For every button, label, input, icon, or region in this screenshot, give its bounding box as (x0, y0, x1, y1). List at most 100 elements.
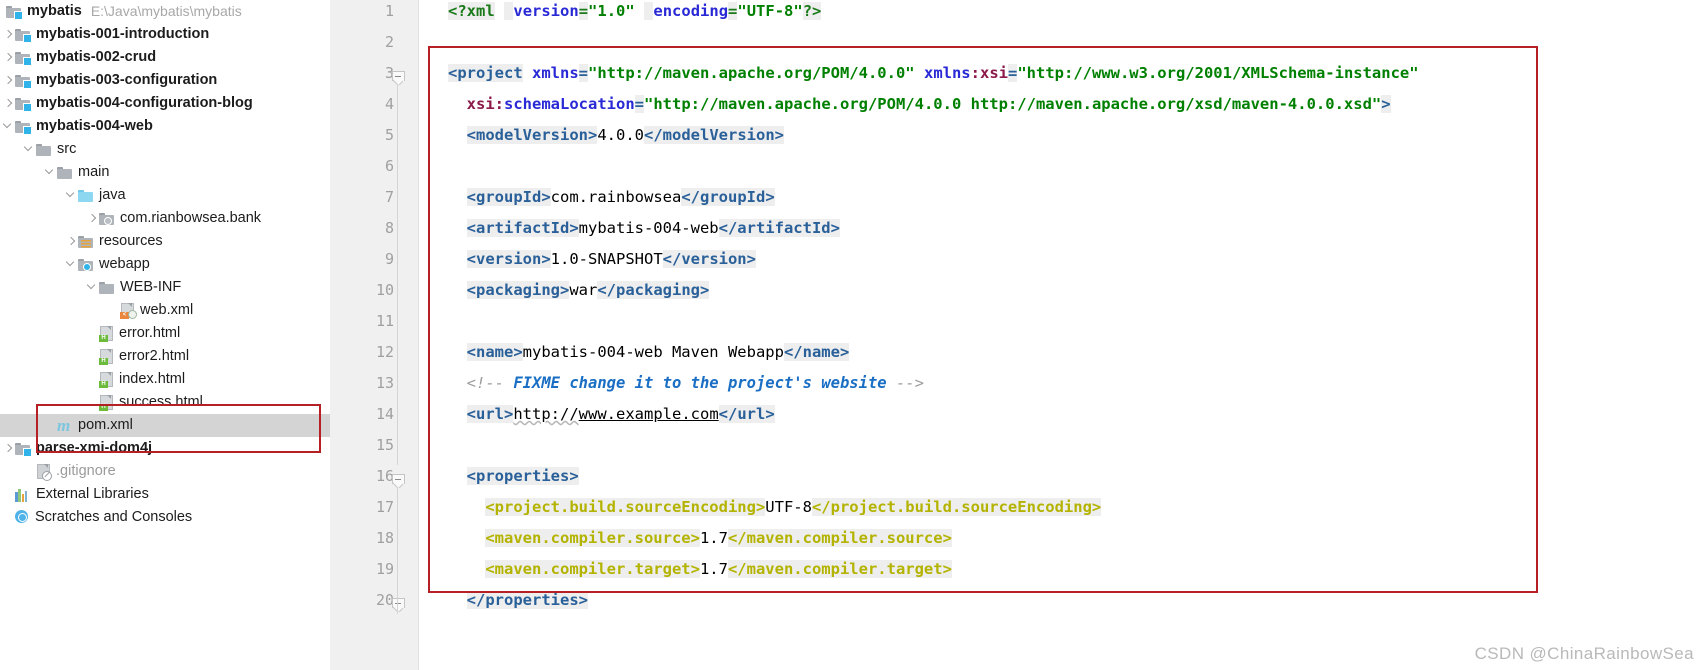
code-line[interactable]: <artifactId>mybatis-004-web</artifactId> (448, 213, 840, 244)
code-line[interactable]: <?xml version="1.0" encoding="UTF-8"?> (448, 0, 821, 27)
folder-icon (36, 143, 52, 157)
chevron-right-icon[interactable] (2, 92, 15, 115)
tree-spacer (86, 345, 99, 368)
tree-item-label: mybatis-001-introduction (36, 23, 209, 46)
tree-item-scratches-and-consoles[interactable]: Scratches and Consoles (0, 506, 330, 529)
line-number-gutter: 1234567891011121314151617181920 (330, 0, 419, 670)
code-fold-toggle[interactable] (390, 71, 406, 87)
watermark: CSDN @ChinaRainbowSea (1475, 644, 1694, 664)
external-libraries-icon (15, 488, 31, 502)
tree-item-web-xml[interactable]: <web.xml (0, 299, 330, 322)
code-line[interactable]: <project.build.sourceEncoding>UTF-8</pro… (448, 492, 1101, 523)
chevron-right-icon[interactable] (2, 437, 15, 460)
code-line[interactable]: <packaging>war</packaging> (448, 275, 709, 306)
line-number: 17 (354, 498, 394, 516)
module-folder-icon (15, 28, 31, 42)
code-line[interactable]: <version>1.0-SNAPSHOT</version> (448, 244, 756, 275)
chevron-right-icon[interactable] (2, 69, 15, 92)
code-line[interactable]: <url>http://www.example.com</url> (448, 399, 775, 430)
chevron-down-icon[interactable] (65, 253, 78, 276)
line-number: 14 (354, 405, 394, 423)
line-number: 4 (354, 95, 394, 113)
code-editor[interactable]: 1234567891011121314151617181920 <?xml ve… (330, 0, 1708, 670)
html-file-icon: H (99, 326, 114, 342)
code-line[interactable]: <!-- FIXME change it to the project's we… (448, 368, 924, 399)
line-number: 10 (354, 281, 394, 299)
tree-item-mybatis-003-configuration[interactable]: mybatis-003-configuration (0, 69, 330, 92)
tree-item-web-inf[interactable]: WEB-INF (0, 276, 330, 299)
tree-item-label: mybatis-004-configuration-blog (36, 92, 253, 115)
tree-item-error2-html[interactable]: Herror2.html (0, 345, 330, 368)
tree-item-main[interactable]: main (0, 161, 330, 184)
tree-item-java[interactable]: java (0, 184, 330, 207)
chevron-right-icon[interactable] (65, 230, 78, 253)
tree-item-mybatis-004-web[interactable]: mybatis-004-web (0, 115, 330, 138)
tree-item-parse-xmi-dom4j[interactable]: parse-xmi-dom4j (0, 437, 330, 460)
tree-item-label: mybatis-003-configuration (36, 69, 217, 92)
html-file-icon: H (99, 372, 114, 388)
line-number: 1 (354, 2, 394, 20)
tree-item-mybatis-002-crud[interactable]: mybatis-002-crud (0, 46, 330, 69)
code-line[interactable]: <project xmlns="http://maven.apache.org/… (448, 58, 1419, 89)
code-line[interactable]: <maven.compiler.target>1.7</maven.compil… (448, 554, 952, 585)
tree-item-pom-xml[interactable]: mpom.xml (0, 414, 330, 437)
folder-icon (57, 166, 73, 180)
code-line[interactable]: <modelVersion>4.0.0</modelVersion> (448, 120, 784, 151)
tree-spacer (86, 368, 99, 391)
chevron-down-icon[interactable] (2, 115, 15, 138)
tree-item-resources[interactable]: resources (0, 230, 330, 253)
chevron-down-icon[interactable] (65, 184, 78, 207)
package-folder-icon (99, 212, 115, 226)
tree-spacer (44, 414, 57, 437)
tree-item-label: error.html (119, 322, 180, 345)
tree-item-com-rianbowsea-bank[interactable]: com.rianbowsea.bank (0, 207, 330, 230)
tree-item-label: Scratches and Consoles (35, 506, 192, 529)
tree-spacer (23, 460, 36, 483)
tree-item-external-libraries[interactable]: External Libraries (0, 483, 330, 506)
tree-item-webapp[interactable]: webapp (0, 253, 330, 276)
tree-item-src[interactable]: src (0, 138, 330, 161)
tree-spacer (107, 299, 120, 322)
tree-item-label: WEB-INF (120, 276, 181, 299)
code-fold-toggle[interactable] (390, 474, 406, 490)
tree-item-label: mybatis-002-crud (36, 46, 156, 69)
code-fold-toggle[interactable] (390, 598, 406, 614)
tree-item-error-html[interactable]: Herror.html (0, 322, 330, 345)
project-path: E:\Java\mybatis\mybatis (91, 0, 242, 23)
tree-spacer (86, 391, 99, 414)
line-number: 5 (354, 126, 394, 144)
tree-item-mybatis-001-introduction[interactable]: mybatis-001-introduction (0, 23, 330, 46)
tree-item-mybatis-004-configuration-blog[interactable]: mybatis-004-configuration-blog (0, 92, 330, 115)
tree-item-success-html[interactable]: Hsuccess.html (0, 391, 330, 414)
tree-root-item[interactable]: mybatis E:\Java\mybatis\mybatis (0, 0, 242, 23)
code-line[interactable]: xsi:schemaLocation="http://maven.apache.… (448, 89, 1391, 120)
project-tree-panel[interactable]: mybatisE:\Java\mybatis\mybatismybatis-00… (0, 0, 330, 670)
html-file-icon: H (99, 395, 114, 411)
tree-item-label: .gitignore (56, 460, 116, 483)
webapp-folder-icon (78, 258, 94, 272)
chevron-right-icon[interactable] (2, 46, 15, 69)
chevron-down-icon[interactable] (86, 276, 99, 299)
chevron-right-icon[interactable] (2, 23, 15, 46)
ide-window: mybatisE:\Java\mybatis\mybatismybatis-00… (0, 0, 1708, 670)
chevron-right-icon[interactable] (86, 207, 99, 230)
code-line[interactable]: <groupId>com.rainbowsea</groupId> (448, 182, 775, 213)
html-file-icon: H (99, 349, 114, 365)
code-line[interactable]: <name>mybatis-004-web Maven Webapp</name… (448, 337, 849, 368)
code-content[interactable]: <?xml version="1.0" encoding="UTF-8"?> <p… (418, 0, 1708, 670)
tree-root-label: mybatis (27, 0, 82, 23)
tree-item-label: index.html (119, 368, 185, 391)
chevron-down-icon[interactable] (44, 161, 57, 184)
tree-item-gitignore[interactable]: .gitignore (0, 460, 330, 483)
code-line[interactable]: <properties> (448, 461, 579, 492)
code-line[interactable]: </properties> (448, 585, 588, 616)
line-number: 13 (354, 374, 394, 392)
folder-icon (99, 281, 115, 295)
tree-item-label: webapp (99, 253, 150, 276)
line-number: 11 (354, 312, 394, 330)
tree-item-label: web.xml (140, 299, 193, 322)
code-line[interactable]: <maven.compiler.source>1.7</maven.compil… (448, 523, 952, 554)
tree-item-index-html[interactable]: Hindex.html (0, 368, 330, 391)
chevron-down-icon[interactable] (23, 138, 36, 161)
line-number: 16 (354, 467, 394, 485)
